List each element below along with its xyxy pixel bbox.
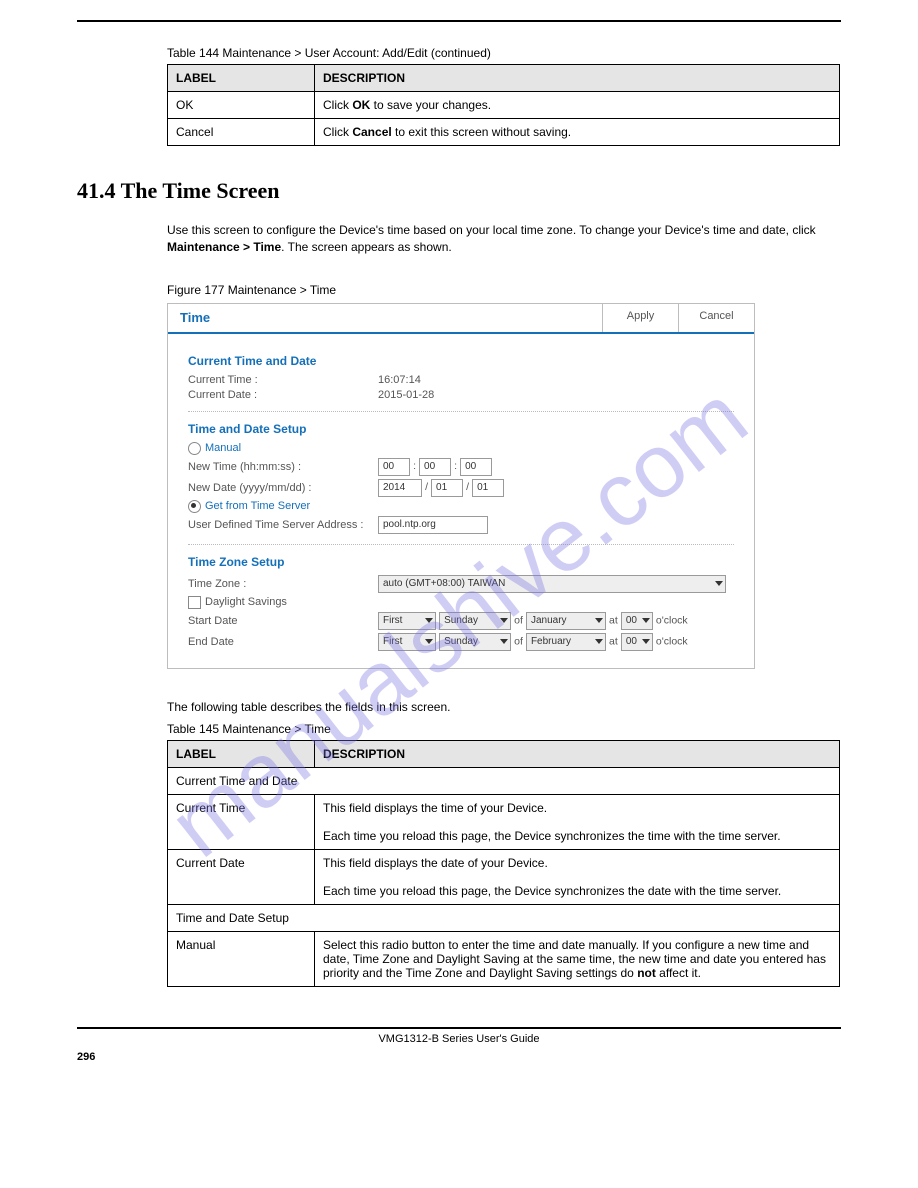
time-panel: Time Apply Cancel Current Time and Date …: [167, 303, 755, 669]
current-time-value: 16:07:14: [378, 374, 734, 386]
end-month-select[interactable]: February: [526, 633, 606, 651]
table2: LABEL DESCRIPTION Current Time and Date …: [167, 740, 840, 987]
table1-caption: Table 144 Maintenance > User Account: Ad…: [167, 46, 841, 60]
panel-header: Time Apply Cancel: [168, 304, 754, 334]
cell-label: OK: [168, 92, 315, 119]
end-ordinal-select[interactable]: First: [378, 633, 436, 651]
timezone-label: Time Zone :: [188, 578, 378, 590]
chevron-down-icon: [642, 639, 650, 644]
chevron-down-icon: [595, 639, 603, 644]
new-time-ss[interactable]: 00: [460, 458, 492, 476]
cell-label: Current Date: [168, 850, 315, 905]
current-date-label: Current Date :: [188, 389, 378, 401]
new-date-dd[interactable]: 01: [472, 479, 504, 497]
footer-rule: [77, 1027, 841, 1029]
section-tz-title: Time Zone Setup: [188, 555, 734, 569]
table-row: Current Time and Date: [168, 768, 840, 795]
time-server-radio[interactable]: [188, 500, 201, 513]
chevron-down-icon: [642, 618, 650, 623]
cell-desc: Click Cancel to exit this screen without…: [315, 119, 840, 146]
daylight-label: Daylight Savings: [205, 596, 287, 608]
current-time-label: Current Time :: [188, 374, 378, 386]
table1-head-desc: DESCRIPTION: [315, 65, 840, 92]
table2-head-desc: DESCRIPTION: [315, 741, 840, 768]
start-date-label: Start Date: [188, 615, 378, 627]
cell-label: Manual: [168, 932, 315, 987]
chevron-down-icon: [500, 618, 508, 623]
cell-label: Current Time: [168, 795, 315, 850]
start-day-select[interactable]: Sunday: [439, 612, 511, 630]
table-row: OK Click OK to save your changes.: [168, 92, 840, 119]
start-hour-select[interactable]: 00: [621, 612, 653, 630]
footer-booktitle: VMG1312-B Series User's Guide: [77, 1033, 841, 1045]
section-current-title: Current Time and Date: [188, 354, 734, 368]
header-rule: [77, 20, 841, 22]
table-row: Current Time This field displays the tim…: [168, 795, 840, 850]
new-time-label: New Time (hh:mm:ss) :: [188, 461, 378, 473]
panel-title: Time: [168, 304, 222, 332]
chevron-down-icon: [500, 639, 508, 644]
end-date-label: End Date: [188, 636, 378, 648]
table1-head-label: LABEL: [168, 65, 315, 92]
start-ordinal-select[interactable]: First: [378, 612, 436, 630]
new-date-mm[interactable]: 01: [431, 479, 463, 497]
start-month-select[interactable]: January: [526, 612, 606, 630]
new-time-hh[interactable]: 00: [378, 458, 410, 476]
manual-label: Manual: [205, 442, 241, 454]
cell-desc: Select this radio button to enter the ti…: [315, 932, 840, 987]
cell-desc: This field displays the time of your Dev…: [315, 795, 840, 850]
table2-caption: Table 145 Maintenance > Time: [167, 722, 841, 736]
time-server-label: Get from Time Server: [205, 500, 310, 512]
cell-label: Cancel: [168, 119, 315, 146]
table-row: Cancel Click Cancel to exit this screen …: [168, 119, 840, 146]
userdef-server-input[interactable]: pool.ntp.org: [378, 516, 488, 534]
cell-desc: Click OK to save your changes.: [315, 92, 840, 119]
table-row: Time and Date Setup: [168, 905, 840, 932]
apply-button[interactable]: Apply: [602, 304, 678, 332]
table2-head-label: LABEL: [168, 741, 315, 768]
section-text: Use this screen to configure the Device'…: [167, 222, 840, 257]
timezone-select[interactable]: auto (GMT+08:00) TAIWAN: [378, 575, 726, 593]
figure-caption: Figure 177 Maintenance > Time: [167, 283, 841, 297]
new-date-label: New Date (yyyy/mm/dd) :: [188, 482, 378, 494]
table1: LABEL DESCRIPTION OK Click OK to save yo…: [167, 64, 840, 146]
table2-intro: The following table describes the fields…: [167, 699, 840, 716]
section-cell: Time and Date Setup: [168, 905, 840, 932]
section-cell: Current Time and Date: [168, 768, 840, 795]
cancel-button[interactable]: Cancel: [678, 304, 754, 332]
end-day-select[interactable]: Sunday: [439, 633, 511, 651]
daylight-checkbox[interactable]: [188, 596, 201, 609]
new-time-mm[interactable]: 00: [419, 458, 451, 476]
divider: [188, 411, 734, 412]
table-row: Current Date This field displays the dat…: [168, 850, 840, 905]
footer-pagenum: 296: [77, 1051, 95, 1063]
current-date-value: 2015-01-28: [378, 389, 734, 401]
chevron-down-icon: [425, 639, 433, 644]
section-setup-title: Time and Date Setup: [188, 422, 734, 436]
chevron-down-icon: [425, 618, 433, 623]
cell-desc: This field displays the date of your Dev…: [315, 850, 840, 905]
chevron-down-icon: [715, 581, 723, 586]
new-date-yyyy[interactable]: 2014: [378, 479, 422, 497]
manual-radio[interactable]: [188, 442, 201, 455]
chevron-down-icon: [595, 618, 603, 623]
table-row: Manual Select this radio button to enter…: [168, 932, 840, 987]
userdef-label: User Defined Time Server Address :: [188, 519, 378, 531]
section-heading: 41.4 The Time Screen: [77, 178, 841, 204]
end-hour-select[interactable]: 00: [621, 633, 653, 651]
divider: [188, 544, 734, 545]
